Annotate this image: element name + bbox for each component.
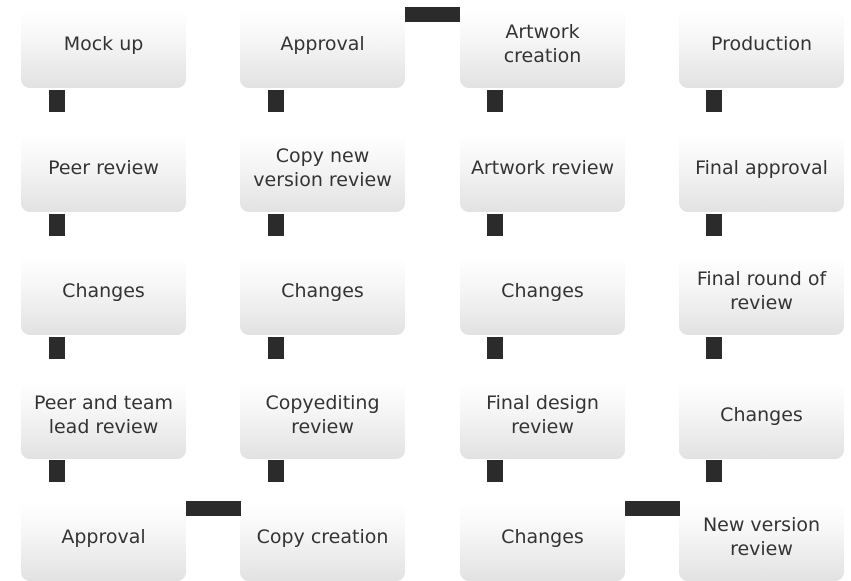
node-label: Approval bbox=[280, 33, 365, 55]
node-new-version-review: New version review bbox=[679, 493, 844, 581]
node-changes-4: Changes bbox=[679, 371, 844, 459]
node-peer-and-team-lead-review: Peer and team lead review bbox=[21, 371, 186, 459]
node-changes-3: Changes bbox=[460, 247, 625, 335]
node-label: Copyediting review bbox=[265, 392, 380, 438]
node-changes-2: Changes bbox=[240, 247, 405, 335]
node-copy-creation: Copy creation bbox=[240, 493, 405, 581]
node-label: Approval bbox=[61, 526, 146, 548]
connector-vertical bbox=[49, 214, 65, 236]
connector-vertical bbox=[268, 90, 284, 112]
node-label: Production bbox=[710, 33, 813, 55]
node-label: Copy creation bbox=[256, 526, 389, 548]
node-label: Final round of review bbox=[696, 268, 827, 314]
node-artwork-creation: Artwork creation bbox=[460, 0, 625, 88]
connector-vertical bbox=[487, 337, 503, 359]
node-copy-new-version-review: Copy new version review bbox=[240, 124, 405, 212]
node-label: Changes bbox=[281, 280, 364, 302]
node-label: Copy new version review bbox=[253, 145, 392, 191]
connector-vertical bbox=[49, 460, 65, 482]
node-changes-5: Changes bbox=[460, 493, 625, 581]
connector-horizontal bbox=[625, 501, 680, 516]
node-production: Production bbox=[679, 0, 844, 88]
node-label: Changes bbox=[720, 404, 803, 426]
node-label: Changes bbox=[62, 280, 145, 302]
node-final-approval: Final approval bbox=[679, 124, 844, 212]
connector-horizontal bbox=[186, 501, 241, 516]
connector-horizontal bbox=[405, 7, 460, 22]
connector-vertical bbox=[49, 337, 65, 359]
node-label: Peer review bbox=[48, 157, 159, 179]
node-label: Changes bbox=[501, 280, 584, 302]
connector-vertical bbox=[268, 337, 284, 359]
node-label: Peer and team lead review bbox=[33, 392, 174, 438]
node-peer-review: Peer review bbox=[21, 124, 186, 212]
connector-vertical bbox=[268, 460, 284, 482]
connector-vertical bbox=[706, 460, 722, 482]
node-mock-up: Mock up bbox=[21, 0, 186, 88]
connector-vertical bbox=[706, 90, 722, 112]
node-approval-1: Approval bbox=[240, 0, 405, 88]
connector-vertical bbox=[49, 90, 65, 112]
node-label: Final approval bbox=[695, 157, 828, 179]
node-changes-1: Changes bbox=[21, 247, 186, 335]
node-label: Mock up bbox=[63, 33, 144, 55]
node-copyediting-review: Copyediting review bbox=[240, 371, 405, 459]
connector-vertical bbox=[268, 214, 284, 236]
node-label: Artwork creation bbox=[503, 21, 582, 67]
node-approval-2: Approval bbox=[21, 493, 186, 581]
connector-vertical bbox=[487, 90, 503, 112]
node-final-round-of-review: Final round of review bbox=[679, 247, 844, 335]
node-label: Final design review bbox=[486, 392, 599, 438]
node-final-design-review: Final design review bbox=[460, 371, 625, 459]
node-label: Artwork review bbox=[470, 157, 615, 179]
node-label: New version review bbox=[702, 514, 821, 560]
node-artwork-review: Artwork review bbox=[460, 124, 625, 212]
connector-vertical bbox=[487, 460, 503, 482]
node-label: Changes bbox=[501, 526, 584, 548]
connector-vertical bbox=[706, 337, 722, 359]
connector-vertical bbox=[487, 214, 503, 236]
workflow-diagram: Mock up Peer review Changes Peer and tea… bbox=[0, 0, 851, 581]
connector-vertical bbox=[706, 214, 722, 236]
